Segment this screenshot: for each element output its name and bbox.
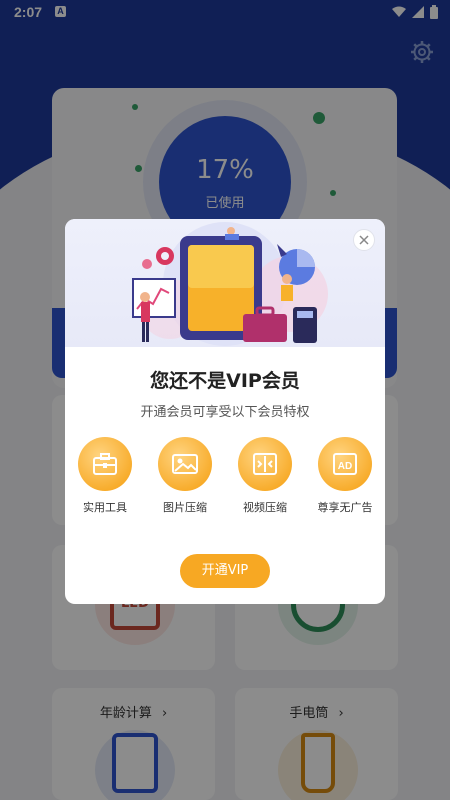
close-button[interactable]	[353, 229, 375, 251]
feature-tools: 实用工具	[65, 437, 145, 515]
open-vip-button[interactable]: 开通VIP	[180, 554, 270, 588]
feature-list: 实用工具 图片压缩 视频压缩 AD 尊享无广告	[65, 437, 385, 517]
feature-image-compress: 图片压缩	[145, 437, 225, 515]
vip-illustration-icon	[132, 222, 328, 346]
feature-label: 图片压缩	[163, 501, 207, 514]
feature-label: 视频压缩	[243, 501, 287, 514]
modal-title: 您还不是VIP会员	[150, 370, 300, 392]
modal-hero-illustration	[65, 219, 385, 347]
svg-text:AD: AD	[338, 461, 352, 472]
feature-video-compress: 视频压缩	[225, 437, 305, 515]
feature-label: 尊享无广告	[317, 501, 373, 514]
feature-label: 实用工具	[83, 501, 127, 514]
image-icon	[158, 437, 212, 491]
feature-no-ads: AD 尊享无广告	[305, 437, 385, 515]
no-ad-icon: AD	[318, 437, 372, 491]
vip-modal: 您还不是VIP会员 开通会员可享受以下会员特权 实用工具 图片压缩 视频压缩 A…	[65, 219, 385, 604]
modal-subtitle: 开通会员可享受以下会员特权	[140, 405, 310, 420]
close-icon	[359, 235, 369, 245]
compress-icon	[238, 437, 292, 491]
toolbox-icon	[78, 437, 132, 491]
